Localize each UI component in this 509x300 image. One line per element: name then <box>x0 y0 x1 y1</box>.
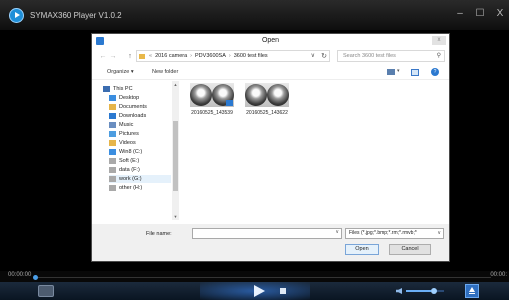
search-placeholder: Search 3600 test files <box>343 53 396 59</box>
music-icon <box>109 122 116 128</box>
view-mode-360-button[interactable] <box>38 285 54 297</box>
dialog-toolbar: Organize ▾ New folder ▾ ? <box>92 66 449 80</box>
up-button[interactable]: ↑ <box>126 53 134 60</box>
change-view-icon[interactable] <box>387 69 395 75</box>
nav-item-other-h[interactable]: other (H:) <box>109 184 142 192</box>
forward-button[interactable]: → <box>108 53 118 60</box>
control-bar <box>0 282 509 300</box>
dialog-footer: File name: ∨ Files (*.jpg;*.bmp;*.rm;*.r… <box>92 224 449 261</box>
search-icon[interactable]: ⚲ <box>437 51 441 61</box>
drive-icon <box>109 158 116 164</box>
drive-icon <box>109 185 116 191</box>
scroll-up-icon[interactable]: ▲ <box>172 82 179 87</box>
nav-item-documents[interactable]: Documents <box>109 103 147 111</box>
play-button[interactable] <box>254 285 265 297</box>
open-file-button[interactable] <box>465 284 479 298</box>
view-dropdown-icon[interactable]: ▾ <box>397 68 400 74</box>
open-file-dialog: Open x ← → ↑ « 2016 camera › PDV3600SA ›… <box>91 33 450 262</box>
nav-item-soft-e[interactable]: Soft (E:) <box>109 157 139 165</box>
file-list: 20160525_143539 20160525_143622 <box>182 81 447 220</box>
volume-handle[interactable] <box>431 288 437 294</box>
close-button[interactable]: X <box>495 8 505 20</box>
nav-item-this-pc[interactable]: This PC <box>103 85 133 93</box>
scroll-down-icon[interactable]: ▼ <box>172 214 179 219</box>
nav-item-pictures[interactable]: Pictures <box>109 130 139 138</box>
maximize-button[interactable]: ☐ <box>475 8 485 20</box>
address-bar-row: ← → ↑ « 2016 camera › PDV3600SA › 3600 t… <box>92 48 449 64</box>
documents-icon <box>109 104 116 110</box>
nav-item-work-g[interactable]: work (G:) <box>109 175 171 183</box>
back-button[interactable]: ← <box>98 53 108 60</box>
window-controls: – ☐ X <box>455 8 505 20</box>
refresh-icon[interactable]: ↻ <box>321 52 327 60</box>
file-name: 20160525_143539 <box>191 110 233 116</box>
file-item[interactable]: 20160525_143622 <box>240 83 294 116</box>
drive-icon <box>109 167 116 173</box>
file-item[interactable]: 20160525_143539 <box>185 83 239 116</box>
file-name-label: File name: <box>146 231 172 237</box>
videos-icon <box>109 140 116 146</box>
downloads-icon <box>109 113 116 119</box>
chevron-down-icon[interactable]: ∨ <box>335 229 339 235</box>
file-thumbnail <box>190 83 234 107</box>
pictures-icon <box>109 131 116 137</box>
minimize-button[interactable]: – <box>455 8 465 20</box>
navigation-pane: This PC Desktop Documents Downloads Musi… <box>103 81 173 220</box>
app-title: SYMAX360 Player V1.0.2 <box>30 10 122 20</box>
end-time: 00:00: <box>490 272 507 278</box>
crumb-2016-camera[interactable]: 2016 camera <box>155 53 187 59</box>
nav-item-videos[interactable]: Videos <box>109 139 136 147</box>
player-titlebar: SYMAX360 Player V1.0.2 – ☐ X <box>0 0 509 30</box>
chevron-down-icon[interactable]: ∨ <box>437 229 441 238</box>
folder-icon <box>139 53 145 59</box>
path-breadcrumb[interactable]: « 2016 camera › PDV3600SA › 3600 test fi… <box>136 50 330 62</box>
file-name: 20160525_143622 <box>246 110 288 116</box>
dialog-titlebar: Open x <box>92 34 449 48</box>
video-badge-icon <box>226 100 233 106</box>
seek-bar[interactable] <box>38 277 491 278</box>
pc-icon <box>103 86 110 92</box>
nav-item-win8-c[interactable]: Win8 (C:) <box>109 148 142 156</box>
nav-item-desktop[interactable]: Desktop <box>109 94 139 102</box>
crumb-separator: › <box>228 53 231 59</box>
nav-scrollbar[interactable]: ▲ ▼ <box>172 81 179 220</box>
path-dropdown-icon[interactable]: ∨ <box>311 52 315 59</box>
file-name-field[interactable]: ∨ <box>192 228 342 239</box>
stop-button[interactable] <box>280 288 286 294</box>
organize-button[interactable]: Organize ▾ <box>107 69 134 75</box>
path-overflow[interactable]: « <box>149 53 152 59</box>
seek-handle[interactable] <box>33 275 38 280</box>
cancel-button[interactable]: Cancel <box>389 244 431 255</box>
dialog-close-button[interactable]: x <box>432 36 446 45</box>
nav-item-downloads[interactable]: Downloads <box>109 112 146 120</box>
help-button[interactable]: ? <box>431 68 439 76</box>
search-input[interactable]: Search 3600 test files ⚲ <box>337 50 445 62</box>
nav-item-music[interactable]: Music <box>109 121 133 129</box>
app-logo-icon <box>9 7 24 23</box>
volume-slider[interactable] <box>406 290 444 292</box>
crumb-pdv3600sa[interactable]: PDV3600SA <box>195 53 226 59</box>
file-thumbnail <box>245 83 289 107</box>
scroll-thumb[interactable] <box>173 121 178 191</box>
volume-icon[interactable] <box>396 288 402 294</box>
drive-windows-icon <box>109 149 116 155</box>
timeline: 00:00:00 00:00: <box>0 271 509 282</box>
file-type-filter[interactable]: Files (*.jpg;*.bmp;*.rm;*.rmvb;* ∨ <box>345 228 444 239</box>
open-button[interactable]: Open <box>345 244 379 255</box>
drive-icon <box>109 176 116 182</box>
current-time: 00:00:00 <box>8 272 32 278</box>
nav-item-data-f[interactable]: data (F:) <box>109 166 140 174</box>
desktop-icon <box>109 95 116 101</box>
preview-pane-icon[interactable] <box>411 69 419 76</box>
crumb-separator: › <box>190 53 193 59</box>
dialog-title: Open <box>261 37 280 44</box>
new-folder-button[interactable]: New folder <box>152 69 178 75</box>
crumb-3600-test-files[interactable]: 3600 test files <box>234 53 268 59</box>
